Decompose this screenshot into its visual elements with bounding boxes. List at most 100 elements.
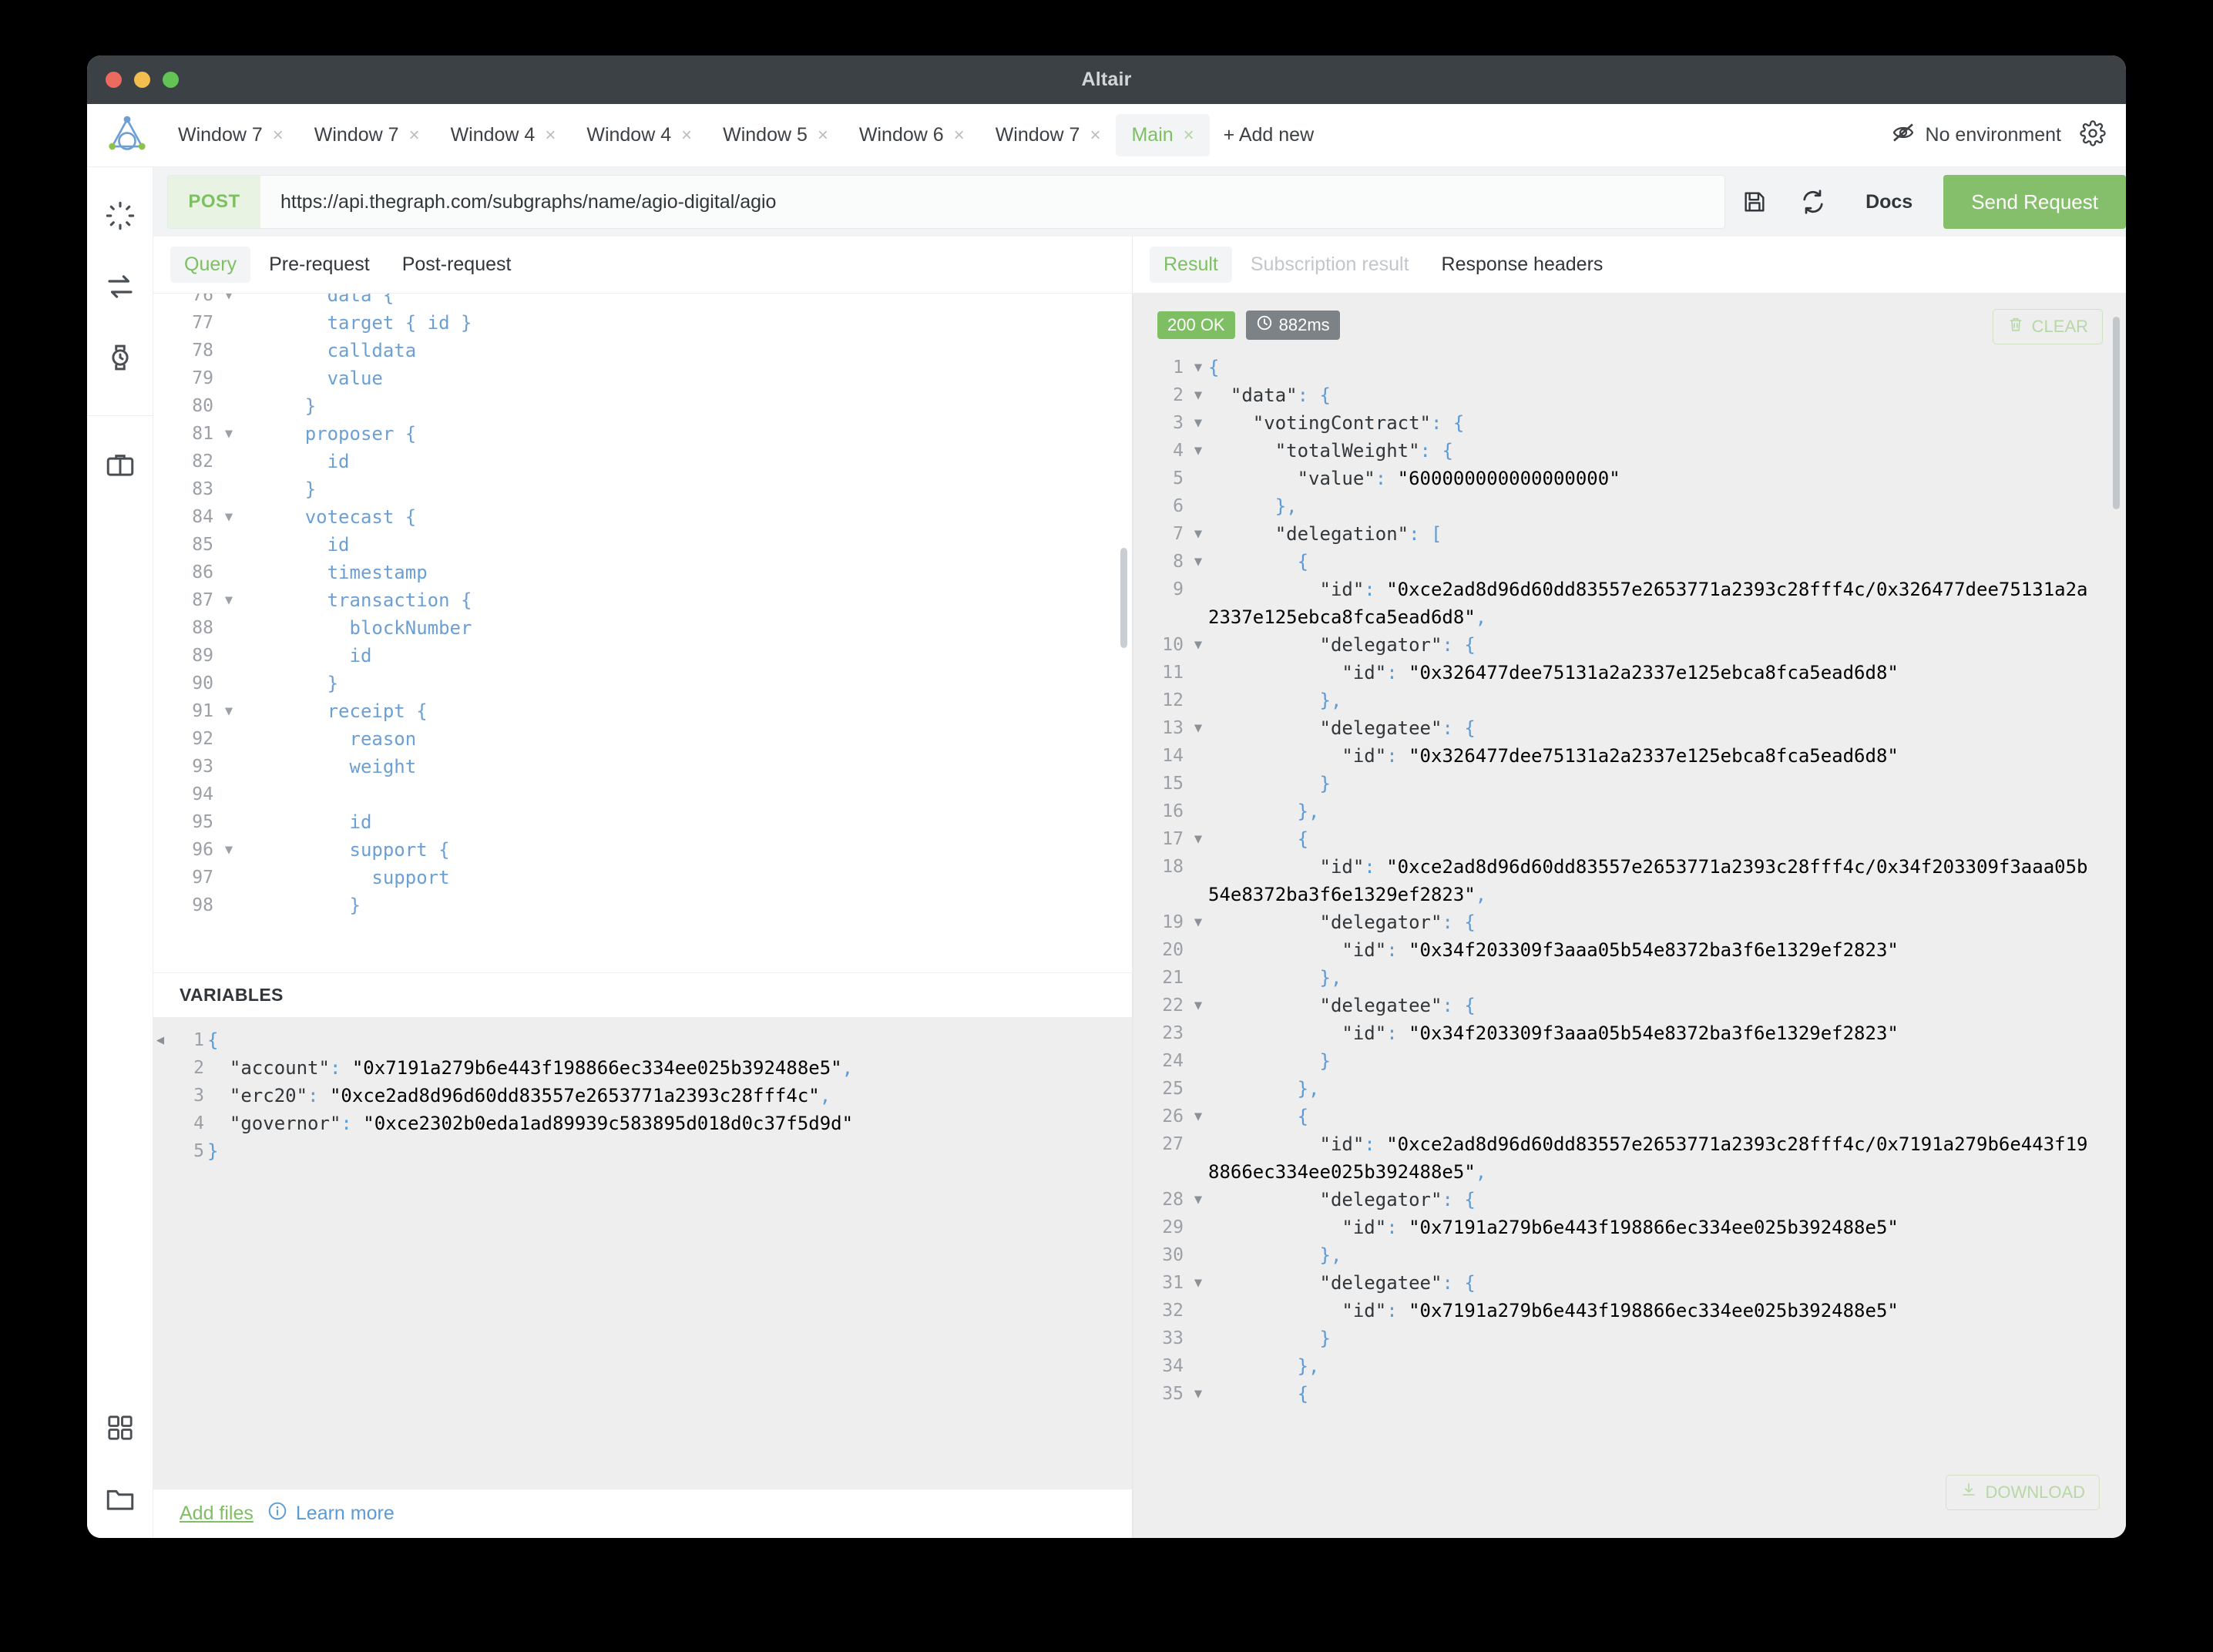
fold-toggle-icon[interactable]: ▼ bbox=[1188, 1186, 1208, 1214]
swap-arrows-icon[interactable] bbox=[101, 267, 139, 306]
result-text: { bbox=[1208, 357, 1220, 378]
fold-toggle-icon[interactable]: ◀ bbox=[153, 1032, 167, 1048]
fold-toggle-icon[interactable]: ▼ bbox=[1188, 548, 1208, 576]
fold-toggle-icon[interactable]: ▼ bbox=[1188, 354, 1208, 381]
fold-toggle-icon[interactable]: ▼ bbox=[1188, 714, 1208, 742]
close-icon[interactable]: × bbox=[681, 125, 692, 146]
close-icon[interactable]: × bbox=[273, 125, 284, 146]
tab-subscription-result[interactable]: Subscription result bbox=[1237, 247, 1423, 283]
fold-toggle-icon[interactable]: ▼ bbox=[1188, 825, 1208, 853]
window-tab[interactable]: Window 5 × bbox=[707, 114, 844, 156]
download-result-button[interactable]: DOWNLOAD bbox=[1946, 1475, 2100, 1510]
result-json-viewer[interactable]: 1 ▼{2 ▼ "data": {3 ▼ "votingContract": {4 ▼ … bbox=[1133, 354, 2109, 1538]
tab-query[interactable]: Query bbox=[170, 247, 251, 283]
result-code-line: 31 ▼ "delegatee": { bbox=[1133, 1269, 2109, 1297]
fold-toggle-icon[interactable]: ▼ bbox=[220, 294, 238, 303]
result-body: 200 OK 882ms CLEAR 1 ▼ {2 ▼ "data": {3… bbox=[1133, 294, 2126, 1538]
code-text: proposer { bbox=[238, 423, 417, 445]
line-number: 19 bbox=[1162, 912, 1184, 932]
add-files-link[interactable]: Add files bbox=[180, 1503, 254, 1525]
add-new-tab-button[interactable]: + Add new bbox=[1210, 114, 1328, 156]
query-code-line: 80 } bbox=[153, 392, 1132, 420]
line-number: 4 bbox=[193, 1113, 204, 1133]
tab-result[interactable]: Result bbox=[1150, 247, 1232, 283]
close-window-button[interactable] bbox=[106, 72, 122, 88]
left-sidebar bbox=[87, 167, 153, 1538]
fold-toggle-icon[interactable]: ▼ bbox=[220, 703, 238, 719]
line-number: 20 bbox=[1162, 940, 1184, 960]
window-tab-active[interactable]: Main × bbox=[1116, 114, 1210, 156]
briefcase-collections-icon[interactable] bbox=[101, 445, 139, 484]
line-number: 5 bbox=[193, 1141, 204, 1161]
window-tab[interactable]: Window 7 × bbox=[980, 114, 1117, 156]
window-tab[interactable]: Window 4 × bbox=[435, 114, 572, 156]
result-code-line: 2 ▼ "data": { bbox=[1133, 381, 2109, 409]
query-code-line: 88 blockNumber bbox=[153, 614, 1132, 642]
query-code-line: 97 support bbox=[153, 864, 1132, 891]
line-number: 98 bbox=[153, 895, 220, 915]
line-number: 83 bbox=[153, 479, 220, 499]
environment-selector[interactable]: No environment bbox=[1891, 120, 2061, 150]
query-code-line: 94 bbox=[153, 781, 1132, 808]
fold-toggle-icon[interactable]: ▼ bbox=[1188, 992, 1208, 1019]
fold-toggle-icon[interactable]: ▼ bbox=[1188, 437, 1208, 465]
result-text: "delegatee": { bbox=[1319, 995, 1476, 1016]
window-tabs[interactable]: Window 7 × Window 7 × Window 4 × Window … bbox=[163, 114, 1891, 156]
fold-toggle-icon[interactable]: ▼ bbox=[1188, 1103, 1208, 1130]
fold-toggle-icon[interactable]: ▼ bbox=[1188, 520, 1208, 548]
window-tab[interactable]: Window 7 × bbox=[299, 114, 435, 156]
variables-text: "erc20": "0xce2ad8d96d60dd83557e2653771a… bbox=[229, 1085, 831, 1106]
close-icon[interactable]: × bbox=[545, 125, 556, 146]
line-number: 17 bbox=[1162, 829, 1184, 849]
learn-more-label: Learn more bbox=[295, 1503, 395, 1524]
variables-code-line: 5} bbox=[153, 1137, 1132, 1165]
folder-icon[interactable] bbox=[101, 1479, 139, 1518]
fold-toggle-icon[interactable]: ▼ bbox=[1188, 381, 1208, 409]
tab-post-request[interactable]: Post-request bbox=[388, 247, 526, 283]
fold-toggle-icon[interactable]: ▼ bbox=[1188, 631, 1208, 659]
fold-toggle-icon[interactable]: ▼ bbox=[220, 842, 238, 858]
save-query-icon[interactable] bbox=[1725, 175, 1784, 229]
minimize-window-button[interactable] bbox=[134, 72, 150, 88]
gear-icon[interactable] bbox=[2080, 120, 2106, 150]
result-code-line: 20 "id": "0x34f203309f3aaa05b54e8372ba3f… bbox=[1133, 936, 2109, 964]
tab-pre-request[interactable]: Pre-request bbox=[255, 247, 384, 283]
reload-docs-icon[interactable] bbox=[1784, 175, 1842, 229]
fold-toggle-icon[interactable]: ▼ bbox=[220, 509, 238, 525]
tab-response-headers[interactable]: Response headers bbox=[1428, 247, 1617, 283]
clear-result-button[interactable]: CLEAR bbox=[1992, 309, 2103, 344]
query-code-editor[interactable]: 76 ▼ data {77 target { id } 78 calldata 79 … bbox=[153, 294, 1132, 972]
window-controls[interactable] bbox=[106, 72, 179, 88]
query-code-line: 87 ▼ transaction { bbox=[153, 586, 1132, 614]
close-icon[interactable]: × bbox=[409, 125, 420, 146]
fold-toggle-icon[interactable]: ▼ bbox=[1188, 1380, 1208, 1408]
code-text: votecast { bbox=[238, 506, 417, 528]
window-tab[interactable]: Window 6 × bbox=[844, 114, 980, 156]
fold-toggle-icon[interactable]: ▼ bbox=[1188, 1269, 1208, 1297]
close-icon[interactable]: × bbox=[1090, 125, 1100, 146]
result-scrollbar[interactable] bbox=[2113, 317, 2120, 509]
maximize-window-button[interactable] bbox=[163, 72, 179, 88]
fold-toggle-icon[interactable]: ▼ bbox=[220, 593, 238, 608]
close-icon[interactable]: × bbox=[954, 125, 965, 146]
close-icon[interactable]: × bbox=[818, 125, 828, 146]
result-code-line: 8 ▼ { bbox=[1133, 548, 2109, 576]
window-tab[interactable]: Window 4 × bbox=[571, 114, 707, 156]
fold-toggle-icon[interactable]: ▼ bbox=[1188, 908, 1208, 936]
learn-more-link[interactable]: Learn more bbox=[267, 1501, 395, 1526]
grid-plugins-icon[interactable] bbox=[101, 1409, 139, 1447]
url-input[interactable]: https://api.thegraph.com/subgraphs/name/… bbox=[260, 176, 1724, 228]
variables-editor[interactable]: ◀ 1{2 "account": "0x7191a279b6e443f198866… bbox=[153, 1017, 1132, 1489]
watch-history-icon[interactable] bbox=[101, 338, 139, 377]
http-method-selector[interactable]: POST bbox=[168, 176, 260, 228]
docs-button[interactable]: Docs bbox=[1842, 175, 1936, 229]
window-tab[interactable]: Window 7 × bbox=[163, 114, 299, 156]
send-request-button[interactable]: Send Request bbox=[1943, 175, 2126, 229]
result-code-line: 18 "id": "0xce2ad8d96d60dd83557e2653771a… bbox=[1133, 853, 2109, 908]
url-input-wrapper[interactable]: POST https://api.thegraph.com/subgraphs/… bbox=[167, 175, 1726, 229]
close-icon[interactable]: × bbox=[1184, 125, 1194, 146]
editor-scrollbar[interactable] bbox=[1120, 548, 1127, 648]
fold-toggle-icon[interactable]: ▼ bbox=[1188, 409, 1208, 437]
fold-toggle-icon[interactable]: ▼ bbox=[220, 426, 238, 442]
sun-loading-icon[interactable] bbox=[101, 196, 139, 235]
